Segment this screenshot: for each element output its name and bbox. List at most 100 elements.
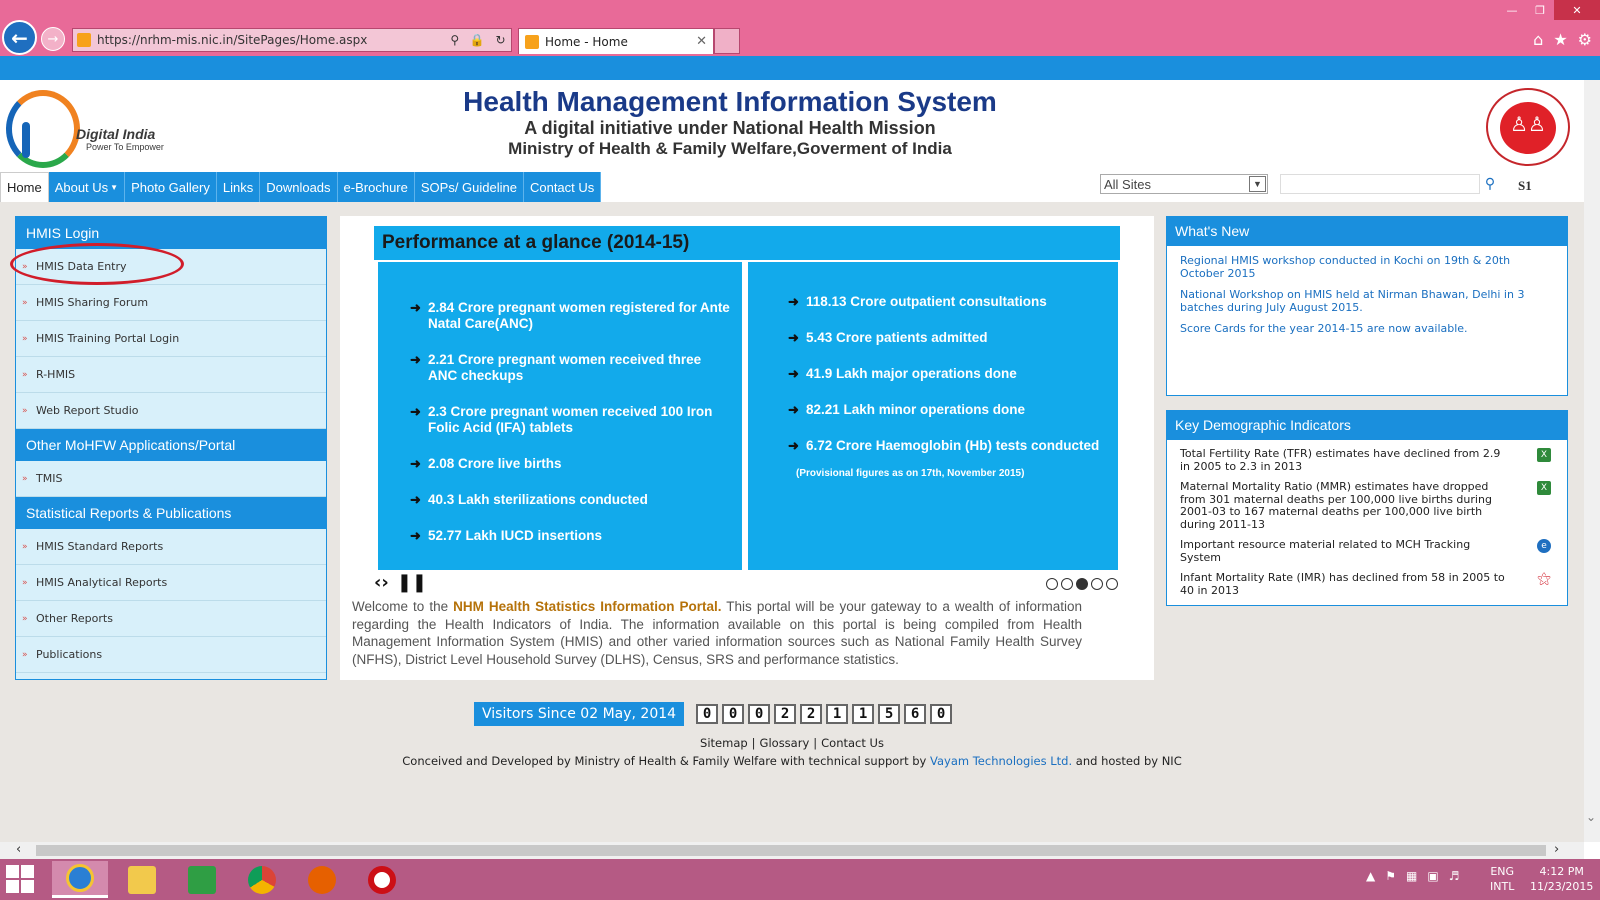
main-nav: Home About Us ▼ Photo Gallery Links Downl… bbox=[0, 172, 1584, 202]
excel-icon[interactable]: X bbox=[1537, 481, 1551, 495]
footer-link-glossary[interactable]: Glossary bbox=[760, 736, 810, 750]
user-label[interactable]: S1 bbox=[1518, 178, 1532, 194]
nav-photo-gallery[interactable]: Photo Gallery bbox=[125, 172, 217, 202]
counter-digit: 0 bbox=[722, 704, 745, 724]
search-icon[interactable]: ⚲ bbox=[450, 33, 459, 47]
stat-item: ➜ 41.9 Lakh major operations done bbox=[788, 366, 1017, 381]
horizontal-scrollbar[interactable]: ‹ › bbox=[0, 842, 1584, 859]
key-demographic-indicators-panel: Key Demographic Indicators Total Fertili… bbox=[1166, 410, 1568, 606]
link-hmis-analytical-reports[interactable]: » HMIS Analytical Reports bbox=[16, 565, 326, 601]
site-header: Digital India Power To Empower Health Ma… bbox=[0, 80, 1584, 172]
arrow-right-icon: ➜ bbox=[410, 528, 421, 543]
nav-contact-us[interactable]: Contact Us bbox=[523, 172, 602, 202]
forward-button[interactable]: → bbox=[41, 27, 65, 51]
news-link[interactable]: National Workshop on HMIS held at Nirman… bbox=[1167, 288, 1567, 314]
network-icon[interactable]: ▦ bbox=[1406, 869, 1417, 883]
minimize-icon[interactable]: — bbox=[1498, 0, 1526, 20]
chevron-up-icon[interactable]: ▲ bbox=[1366, 869, 1375, 883]
vendor-link[interactable]: Vayam Technologies Ltd. bbox=[930, 754, 1072, 768]
portal-name-link[interactable]: NHM Health Statistics Information Portal… bbox=[453, 599, 721, 614]
chrome-icon[interactable] bbox=[234, 861, 290, 898]
bullet-icon: » bbox=[22, 649, 28, 660]
indicator-item: Maternal Mortality Ratio (MMR) estimates… bbox=[1167, 480, 1567, 531]
arrow-right-icon: ➜ bbox=[410, 492, 421, 507]
stat-item: ➜ 118.13 Crore outpatient consultations bbox=[788, 294, 1047, 309]
slide-dot[interactable] bbox=[1091, 578, 1103, 590]
close-tab-icon[interactable]: ✕ bbox=[696, 34, 707, 49]
ie-icon[interactable]: e bbox=[1537, 539, 1551, 553]
chevron-right-icon[interactable]: › bbox=[1554, 842, 1559, 857]
nav-downloads[interactable]: Downloads bbox=[260, 172, 338, 202]
lock-icon[interactable]: 🔒 bbox=[470, 33, 485, 47]
nav-about-us[interactable]: About Us ▼ bbox=[48, 172, 126, 202]
counter-digit: 6 bbox=[904, 704, 927, 724]
site-scope-select[interactable]: All Sites ▼ bbox=[1100, 174, 1268, 194]
link-hmis-sharing-forum[interactable]: » HMIS Sharing Forum bbox=[16, 285, 326, 321]
slide-dot-active[interactable] bbox=[1076, 578, 1088, 590]
vertical-scrollbar[interactable]: ⌄ bbox=[1584, 80, 1600, 842]
footer-links: Sitemap | Glossary | Contact Us bbox=[700, 736, 884, 750]
slide-dot[interactable] bbox=[1061, 578, 1073, 590]
new-tab-button[interactable] bbox=[714, 28, 740, 54]
link-r-hmis[interactable]: » R-HMIS bbox=[16, 357, 326, 393]
search-icon[interactable]: ⚲ bbox=[1480, 174, 1500, 194]
browser-tab[interactable]: Home - Home ✕ bbox=[518, 28, 714, 54]
nav-sops-guideline[interactable]: SOPs/ Guideline bbox=[414, 172, 524, 202]
back-button[interactable]: ← bbox=[2, 20, 37, 55]
prev-next-icon[interactable]: ‹› bbox=[374, 572, 389, 593]
volume-icon[interactable]: ♬ bbox=[1449, 869, 1460, 883]
nav-links[interactable]: Links bbox=[216, 172, 261, 202]
stat-item: ➜ 2.21 Crore pregnant women received thre… bbox=[410, 352, 702, 383]
pdf-icon[interactable]: ⚝ bbox=[1537, 572, 1551, 586]
chevron-down-icon[interactable]: ⌄ bbox=[1586, 810, 1596, 824]
internet-explorer-icon[interactable] bbox=[52, 861, 108, 898]
top-strip bbox=[0, 56, 1600, 80]
opera-icon[interactable] bbox=[354, 861, 410, 898]
news-link[interactable]: Score Cards for the year 2014-15 are now… bbox=[1167, 322, 1567, 335]
store-icon[interactable] bbox=[174, 861, 230, 898]
display-icon[interactable]: ▣ bbox=[1427, 869, 1438, 883]
chevron-down-icon[interactable]: ▼ bbox=[1249, 176, 1266, 192]
performance-title: Performance at a glance (2014-15) bbox=[374, 226, 1120, 260]
windows-start-icon[interactable] bbox=[6, 865, 34, 893]
link-hmis-standard-reports[interactable]: » HMIS Standard Reports bbox=[16, 529, 326, 565]
link-publications[interactable]: » Publications bbox=[16, 637, 326, 673]
home-icon[interactable]: ⌂ bbox=[1533, 30, 1543, 49]
file-explorer-icon[interactable] bbox=[114, 861, 170, 898]
url-text[interactable]: https://nrhm-mis.nic.in/SitePages/Home.a… bbox=[97, 33, 445, 47]
arrow-right-icon: ➜ bbox=[788, 330, 799, 345]
restore-icon[interactable]: ❐ bbox=[1526, 0, 1554, 20]
footer-link-sitemap[interactable]: Sitemap bbox=[700, 736, 748, 750]
link-tmis[interactable]: » TMIS bbox=[16, 461, 326, 497]
news-link[interactable]: Regional HMIS workshop conducted in Koch… bbox=[1167, 254, 1567, 280]
digital-india-logo[interactable]: Digital India Power To Empower bbox=[6, 86, 166, 170]
refresh-icon[interactable]: ↻ bbox=[496, 33, 506, 47]
link-other-reports[interactable]: » Other Reports bbox=[16, 601, 326, 637]
link-web-report-studio[interactable]: » Web Report Studio bbox=[16, 393, 326, 429]
link-hmis-training-portal-login[interactable]: » HMIS Training Portal Login bbox=[16, 321, 326, 357]
language-indicator[interactable]: ENG INTL bbox=[1490, 864, 1514, 894]
flag-icon[interactable]: ⚑ bbox=[1385, 869, 1396, 883]
address-bar[interactable]: https://nrhm-mis.nic.in/SitePages/Home.a… bbox=[72, 28, 512, 52]
firefox-icon[interactable] bbox=[294, 861, 350, 898]
nav-e-brochure[interactable]: e-Brochure bbox=[337, 172, 415, 202]
arrow-right-icon: ➜ bbox=[788, 402, 799, 417]
scrollbar-thumb[interactable] bbox=[36, 845, 1546, 856]
footer-link-contact-us[interactable]: Contact Us bbox=[821, 736, 884, 750]
clock[interactable]: 4:12 PM 11/23/2015 bbox=[1530, 864, 1593, 894]
nav-home[interactable]: Home bbox=[0, 172, 49, 202]
window-controls: — ❐ ✕ bbox=[1498, 0, 1600, 20]
slide-dot[interactable] bbox=[1046, 578, 1058, 590]
favorites-star-icon[interactable]: ★ bbox=[1553, 30, 1567, 49]
search-input[interactable] bbox=[1280, 174, 1480, 194]
excel-icon[interactable]: X bbox=[1537, 448, 1551, 462]
settings-gear-icon[interactable]: ⚙ bbox=[1578, 30, 1592, 49]
close-window-icon[interactable]: ✕ bbox=[1554, 0, 1600, 20]
chevron-left-icon[interactable]: ‹ bbox=[16, 842, 21, 857]
arrow-right-icon: ➜ bbox=[410, 456, 421, 471]
family-icon: ♙♙ bbox=[1510, 112, 1546, 136]
slide-dot[interactable] bbox=[1106, 578, 1118, 590]
highlight-annotation-circle bbox=[10, 243, 184, 285]
stat-item: ➜ 2.3 Crore pregnant women received 100 I… bbox=[410, 404, 713, 435]
pause-icon[interactable]: ❚❚ bbox=[397, 572, 427, 593]
